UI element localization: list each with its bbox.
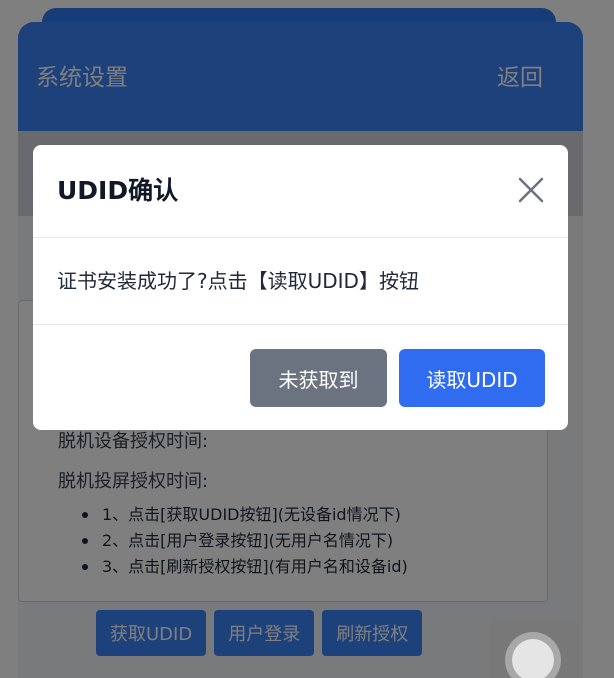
close-icon[interactable] (516, 175, 546, 205)
not-obtained-button[interactable]: 未获取到 (250, 349, 387, 407)
udid-confirm-dialog: UDID确认 证书安装成功了?点击【读取UDID】按钮 未获取到 读取UDID (33, 145, 568, 430)
dialog-header: UDID确认 (33, 145, 568, 238)
read-udid-button[interactable]: 读取UDID (399, 349, 545, 407)
assistive-touch-button[interactable] (490, 620, 580, 678)
dialog-body: 证书安装成功了?点击【读取UDID】按钮 (33, 238, 568, 325)
app-screen: 系统设置 返回 脱机设备授权时间: 脱机投屏授权时间: 1、点击[获取UDID按… (0, 0, 614, 678)
dialog-footer: 未获取到 读取UDID (33, 325, 568, 430)
dialog-message: 证书安装成功了?点击【读取UDID】按钮 (57, 269, 419, 293)
assistive-dot-icon (512, 639, 554, 678)
dialog-title: UDID确认 (57, 176, 179, 205)
